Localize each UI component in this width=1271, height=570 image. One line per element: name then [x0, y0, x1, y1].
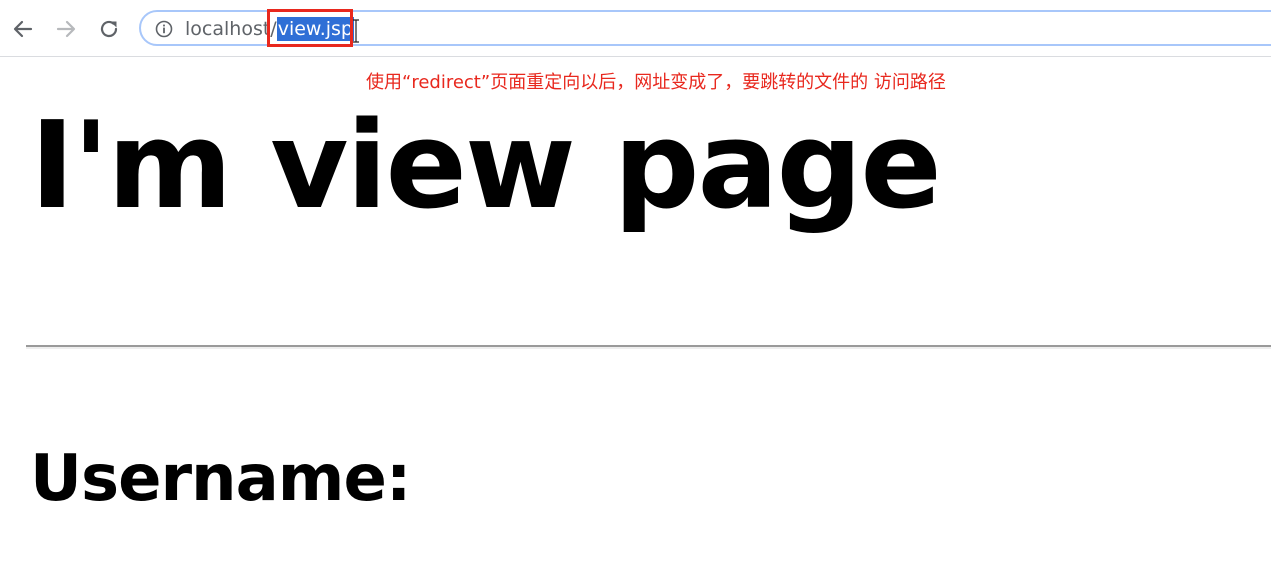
- horizontal-rule: [26, 345, 1271, 349]
- page-heading: I'm view page: [30, 97, 942, 236]
- url-path-selected: view.jsp: [276, 17, 354, 41]
- back-button[interactable]: [11, 17, 35, 41]
- browser-toolbar: localhost/view.jsp: [0, 0, 1271, 57]
- username-label: Username:: [30, 442, 411, 516]
- url-text[interactable]: localhost/view.jsp: [185, 17, 354, 41]
- url-separator: /: [270, 18, 277, 40]
- reload-icon: [100, 20, 118, 38]
- address-bar[interactable]: localhost/view.jsp: [139, 10, 1271, 46]
- forward-button[interactable]: [54, 17, 78, 41]
- url-host: localhost: [185, 18, 271, 40]
- info-icon[interactable]: [155, 20, 173, 38]
- reload-button[interactable]: [97, 17, 121, 41]
- arrow-left-icon: [13, 20, 33, 38]
- arrow-right-icon: [56, 20, 76, 38]
- annotation-text: 使用“redirect”页面重定向以后，网址变成了，要跳转的文件的 访问路径: [366, 72, 946, 93]
- text-cursor-icon: [353, 19, 359, 43]
